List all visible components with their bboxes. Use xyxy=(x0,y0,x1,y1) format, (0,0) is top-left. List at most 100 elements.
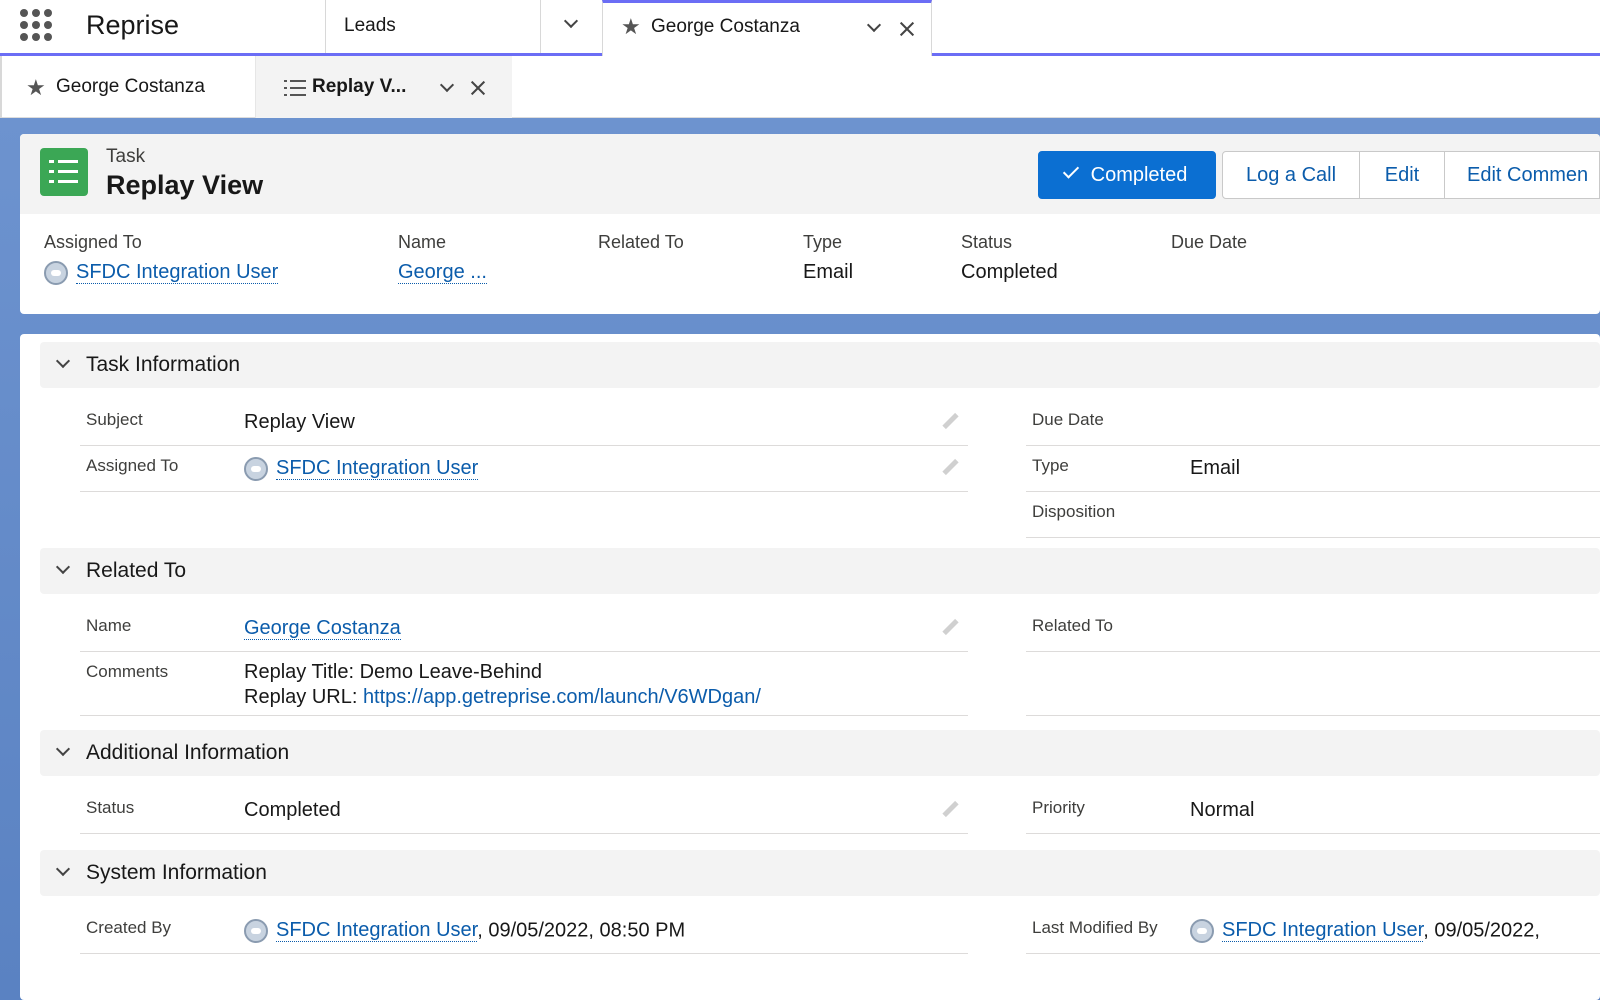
field-label: Subject xyxy=(86,410,143,429)
field-label: Created By xyxy=(86,918,172,937)
task-list-icon xyxy=(284,80,306,96)
user-avatar-icon xyxy=(244,457,268,481)
record-detail-card: Task Information Subject Replay View Ass… xyxy=(20,334,1600,1000)
assigned-user-link[interactable]: SFDC Integration User xyxy=(76,261,279,285)
nav-tab-leads-menu[interactable] xyxy=(540,0,602,53)
edit-pencil-icon[interactable] xyxy=(942,414,958,430)
subtab-replay-view[interactable]: Replay V... xyxy=(256,56,512,118)
header-field-value: Completed xyxy=(961,261,1058,283)
nav-tab-george-label: George Costanza xyxy=(651,16,800,37)
subtab-replay-label: Replay V... xyxy=(312,76,407,97)
chevron-down-icon xyxy=(563,13,579,29)
comments-line-title: Replay Title: Demo Leave-Behind xyxy=(244,661,542,683)
close-icon[interactable] xyxy=(899,21,915,37)
nav-tab-george-costanza[interactable]: ★ George Costanza xyxy=(602,0,932,56)
edit-comments-button[interactable]: Edit Commen xyxy=(1444,151,1600,199)
check-icon xyxy=(1062,162,1079,179)
field-comments-spacer xyxy=(1026,652,1600,716)
log-a-call-button[interactable]: Log a Call xyxy=(1222,151,1360,199)
record-header-top: Task Replay View Completed Log a Call Ed… xyxy=(20,134,1600,214)
header-field-status: Status Completed xyxy=(961,232,1058,284)
field-subject: Subject Replay View xyxy=(80,400,968,446)
edit-button[interactable]: Edit xyxy=(1359,151,1445,199)
nav-tab-leads[interactable]: Leads xyxy=(325,0,540,53)
header-field-name: Name George ... xyxy=(398,232,487,284)
user-avatar-icon xyxy=(44,261,68,285)
assigned-user-link[interactable]: SFDC Integration User xyxy=(276,457,479,481)
record-header-card: Task Replay View Completed Log a Call Ed… xyxy=(20,134,1600,314)
created-by-user-link[interactable]: SFDC Integration User xyxy=(276,919,478,943)
field-priority: Priority Normal xyxy=(1026,788,1600,834)
completed-button-label: Completed xyxy=(1090,164,1188,186)
header-field-due-date: Due Date xyxy=(1171,232,1247,253)
section-header-system-information[interactable]: System Information xyxy=(40,850,1600,896)
completed-button[interactable]: Completed xyxy=(1038,151,1216,199)
chevron-down-icon xyxy=(55,741,71,757)
field-related-to: Related To xyxy=(1026,606,1600,652)
chevron-down-icon xyxy=(55,353,71,369)
header-field-label: Status xyxy=(961,232,1013,252)
workspace-subtab-bar: ★ George Costanza Replay V... xyxy=(0,56,1600,118)
comments-line-url-prefix: Replay URL: xyxy=(244,686,363,708)
chevron-down-icon xyxy=(55,861,71,877)
user-avatar-icon xyxy=(244,919,268,943)
edit-comments-label: Edit Commen xyxy=(1467,164,1589,186)
field-label: Priority xyxy=(1032,798,1085,817)
field-label: Assigned To xyxy=(86,456,179,475)
field-last-modified-by: Last Modified By SFDC Integration User, … xyxy=(1026,908,1600,954)
field-label: Status xyxy=(86,798,135,817)
close-icon[interactable] xyxy=(470,80,486,96)
field-label: Name xyxy=(86,616,132,635)
nav-tab-leads-label: Leads xyxy=(344,15,396,36)
header-field-assigned-to: Assigned To SFDC Integration User xyxy=(44,232,279,285)
field-label: Disposition xyxy=(1032,502,1116,521)
modified-by-user-link[interactable]: SFDC Integration User xyxy=(1222,919,1424,943)
edit-pencil-icon[interactable] xyxy=(942,460,958,476)
field-value: Replay Title: Demo Leave-Behind Replay U… xyxy=(244,660,761,710)
header-field-label: Type xyxy=(803,232,843,252)
field-comments: Comments Replay Title: Demo Leave-Behind… xyxy=(80,652,968,716)
field-type: Type Email xyxy=(1026,446,1600,492)
log-a-call-label: Log a Call xyxy=(1245,164,1337,186)
field-due-date: Due Date xyxy=(1026,400,1600,446)
field-status: Status Completed xyxy=(80,788,968,834)
related-name-link[interactable]: George Costanza xyxy=(244,617,401,640)
subtab-george-label: George Costanza xyxy=(56,76,205,97)
field-created-by: Created By SFDC Integration User, 09/05/… xyxy=(80,908,968,954)
created-date: , 09/05/2022, 08:50 PM xyxy=(477,919,686,942)
field-value: Email xyxy=(1190,457,1241,479)
edit-button-label: Edit xyxy=(1384,164,1420,186)
header-field-type: Type Email xyxy=(803,232,853,284)
section-title: Task Information xyxy=(86,353,241,376)
global-nav-bar: Reprise Leads ★ George Costanza xyxy=(0,0,1600,56)
field-assigned-to: Assigned To SFDC Integration User xyxy=(80,446,968,492)
subtab-george-costanza[interactable]: ★ George Costanza xyxy=(0,56,256,118)
header-field-value: George ... xyxy=(398,261,487,284)
record-object-type: Task xyxy=(106,146,146,167)
chevron-down-icon[interactable] xyxy=(439,77,455,93)
field-value: George Costanza xyxy=(244,617,401,640)
section-header-additional-information[interactable]: Additional Information xyxy=(40,730,1600,776)
field-label: Due Date xyxy=(1032,410,1104,429)
header-field-label: Related To xyxy=(598,232,684,252)
field-name: Name George Costanza xyxy=(80,606,968,652)
app-launcher-waffle-icon[interactable] xyxy=(20,9,52,41)
header-field-label: Name xyxy=(398,232,447,252)
name-link[interactable]: George ... xyxy=(398,261,487,284)
section-header-related-to[interactable]: Related To xyxy=(40,548,1600,594)
field-value: SFDC Integration User, 09/05/2022, xyxy=(1190,919,1540,943)
field-value: SFDC Integration User xyxy=(244,457,479,481)
replay-url-link[interactable]: https://app.getreprise.com/launch/V6WDga… xyxy=(363,686,761,708)
user-avatar-icon xyxy=(1190,919,1214,943)
section-header-task-information[interactable]: Task Information xyxy=(40,342,1600,388)
field-label: Type xyxy=(1032,456,1069,475)
section-title: Related To xyxy=(86,559,187,582)
edit-pencil-icon[interactable] xyxy=(942,802,958,818)
header-field-value: Email xyxy=(803,261,854,283)
field-value: SFDC Integration User, 09/05/2022, 08:50… xyxy=(244,919,685,943)
chevron-down-icon[interactable] xyxy=(866,17,882,33)
header-field-value: SFDC Integration User xyxy=(44,261,279,285)
edit-pencil-icon[interactable] xyxy=(942,620,958,636)
header-field-label: Assigned To xyxy=(44,232,142,252)
section-title: Additional Information xyxy=(86,741,290,764)
